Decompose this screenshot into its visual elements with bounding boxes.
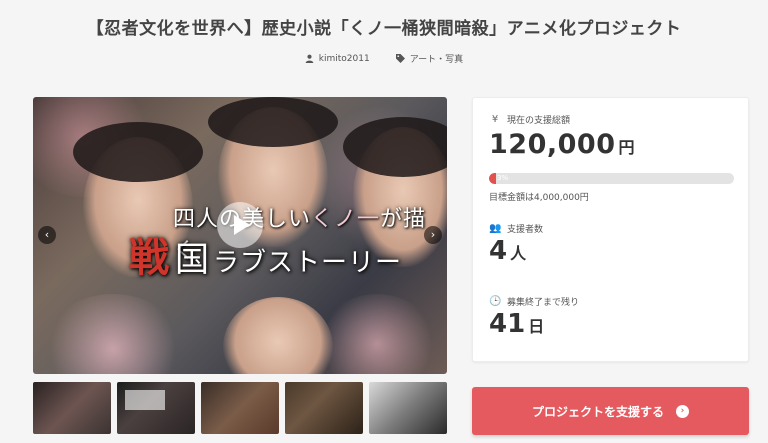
- funding-progress-bar: 3%: [489, 173, 734, 184]
- author-link[interactable]: kimito2011: [305, 52, 370, 65]
- funding-stats-card: ¥ 現在の支援総額 120,000 円 3% 目標金額は4,000,000円 👥 …: [472, 97, 749, 362]
- hero-image[interactable]: 四人の美しいくノ一が描く 戦国ラブストーリー ‹ ›: [33, 97, 447, 374]
- category-name: アート・写真: [409, 55, 464, 65]
- progress-fill: [489, 173, 497, 184]
- backers-label: 👥 支援者数: [489, 223, 544, 235]
- cherry-blossom-decoration: [43, 294, 183, 374]
- thumbnail-1[interactable]: [33, 382, 111, 434]
- hair-shape: [208, 97, 338, 147]
- hero-headline-line2: 戦国ラブストーリー: [129, 234, 403, 281]
- hair-shape: [73, 122, 203, 182]
- chevron-right-icon[interactable]: ›: [424, 226, 442, 244]
- play-icon[interactable]: [217, 202, 263, 248]
- thumbnail-2[interactable]: [117, 382, 195, 434]
- funded-label: ¥ 現在の支援総額: [489, 113, 570, 126]
- users-icon: 👥: [489, 223, 502, 234]
- project-title: 【忍者文化を世界へ】歴史小説「くノ一桶狭間暗殺」アニメ化プロジェクト: [86, 19, 682, 39]
- yen-icon: ¥: [491, 114, 499, 125]
- tag-icon: [395, 54, 405, 63]
- backers-count: 4人: [489, 236, 527, 266]
- category-link[interactable]: アート・写真: [395, 52, 464, 65]
- thumbnail-5[interactable]: [369, 382, 447, 434]
- author-name: kimito2011: [318, 53, 370, 64]
- funded-amount: 120,000 円: [489, 129, 635, 160]
- clock-icon: 🕒: [489, 296, 502, 307]
- thumbnail-strip: [33, 382, 447, 434]
- user-icon: [305, 54, 314, 63]
- thumbnail-3[interactable]: [201, 382, 279, 434]
- portrait-figure: [223, 297, 333, 374]
- goal-amount: 目標金額は4,000,000円: [489, 193, 589, 203]
- arrow-circle-right-icon: ›: [676, 404, 689, 418]
- project-meta: kimito2011 アート・写真: [0, 52, 768, 65]
- support-project-button[interactable]: プロジェクトを支援する ›: [472, 387, 749, 435]
- thumbnail-4[interactable]: [285, 382, 363, 434]
- progress-percent: 3%: [497, 174, 509, 182]
- remaining-days: 41 日: [489, 309, 545, 339]
- cherry-blossom-decoration: [317, 294, 437, 374]
- chevron-left-icon[interactable]: ‹: [38, 226, 56, 244]
- remaining-label: 🕒 募集終了まで残り: [489, 296, 580, 308]
